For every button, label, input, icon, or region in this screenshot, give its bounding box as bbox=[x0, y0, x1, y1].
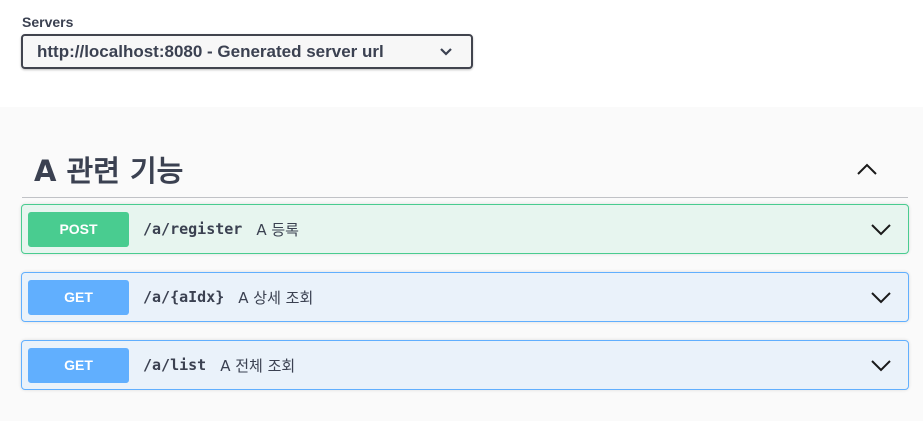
chevron-down-icon[interactable] bbox=[870, 290, 892, 304]
operation-path: /a/{aIdx} bbox=[143, 288, 225, 306]
chevron-down-icon[interactable] bbox=[870, 358, 892, 372]
operation-get-list[interactable]: GET /a/list A 전체 조회 bbox=[21, 340, 909, 390]
method-badge: POST bbox=[28, 211, 129, 247]
servers-section: Servers http://localhost:8080 - Generate… bbox=[0, 0, 923, 107]
tag-header[interactable]: A 관련 기능 bbox=[22, 140, 908, 198]
operation-path: /a/list bbox=[143, 356, 207, 374]
operation-get-detail[interactable]: GET /a/{aIdx} A 상세 조회 bbox=[21, 272, 909, 322]
servers-label: Servers bbox=[22, 14, 74, 30]
operation-summary: A 전체 조회 bbox=[220, 356, 296, 375]
server-select-value: http://localhost:8080 - Generated server… bbox=[37, 41, 384, 61]
chevron-down-icon bbox=[439, 47, 453, 57]
chevron-down-icon[interactable] bbox=[870, 222, 892, 236]
tag-section: A 관련 기능 POST /a/register A 등록 GET /a/{aI… bbox=[0, 107, 923, 421]
method-badge: GET bbox=[28, 347, 129, 383]
method-badge: GET bbox=[28, 279, 129, 315]
chevron-up-icon[interactable] bbox=[856, 162, 878, 176]
operation-post-register[interactable]: POST /a/register A 등록 bbox=[21, 204, 909, 254]
operation-summary: A 상세 조회 bbox=[238, 288, 314, 307]
operation-path: /a/register bbox=[143, 220, 243, 238]
tag-title: A 관련 기능 bbox=[34, 153, 184, 188]
operation-summary: A 등록 bbox=[256, 220, 299, 239]
server-select[interactable]: http://localhost:8080 - Generated server… bbox=[21, 34, 473, 69]
